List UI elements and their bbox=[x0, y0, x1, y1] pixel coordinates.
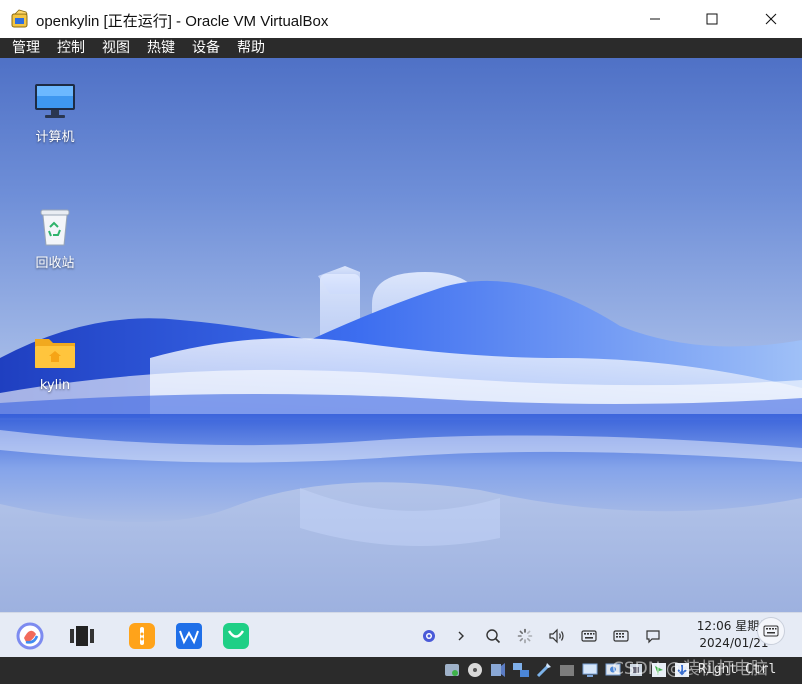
optical-drive-icon[interactable] bbox=[466, 661, 484, 679]
start-menu-icon[interactable] bbox=[16, 622, 44, 650]
desktop-icon-trash[interactable]: 回收站 bbox=[15, 204, 95, 271]
home-folder-icon bbox=[35, 339, 75, 368]
input-method-icon bbox=[613, 630, 629, 642]
display-icon[interactable] bbox=[581, 661, 599, 679]
keyboard-icon bbox=[581, 630, 597, 642]
audio-icon[interactable] bbox=[489, 661, 507, 679]
volume-button[interactable] bbox=[547, 626, 567, 646]
video-capture-icon[interactable] bbox=[604, 661, 622, 679]
vm-status-bar: Right Ctrl bbox=[0, 657, 802, 684]
desktop-icon-computer[interactable]: 计算机 bbox=[15, 78, 95, 145]
window-title: openkylin [正在运行] - Oracle VM VirtualBox bbox=[36, 13, 329, 30]
notification-button[interactable] bbox=[643, 626, 663, 646]
loading-indicator[interactable] bbox=[515, 626, 535, 646]
keyboard-button[interactable] bbox=[579, 626, 599, 646]
mouse-integration-icon[interactable] bbox=[650, 661, 668, 679]
menu-devices[interactable]: 设备 bbox=[192, 39, 220, 57]
minimize-icon bbox=[650, 18, 660, 20]
guest-desktop[interactable]: 计算机 回收站 kylin bbox=[0, 58, 802, 612]
desktop-icon-label: kylin bbox=[39, 378, 71, 393]
tray-expand-button[interactable] bbox=[451, 626, 471, 646]
search-icon bbox=[486, 629, 501, 644]
trash-icon bbox=[40, 209, 70, 246]
maximize-icon bbox=[706, 13, 718, 25]
network-icon[interactable] bbox=[512, 661, 530, 679]
desktop-icon-label: 回收站 bbox=[35, 256, 75, 271]
virtualbox-icon bbox=[11, 9, 28, 28]
usb-icon[interactable] bbox=[535, 661, 553, 679]
menu-help[interactable]: 帮助 bbox=[237, 39, 265, 57]
cpu-activity-icon[interactable] bbox=[627, 661, 645, 679]
monitor-icon bbox=[35, 84, 75, 118]
chevron-right-icon bbox=[458, 631, 464, 641]
desktop-icon-label: 计算机 bbox=[35, 130, 75, 145]
menu-view[interactable]: 视图 bbox=[102, 39, 130, 57]
window-title-bar[interactable]: openkylin [正在运行] - Oracle VM VirtualBox bbox=[0, 0, 802, 38]
file-manager-icon[interactable] bbox=[128, 622, 156, 650]
host-key-arrow-icon bbox=[675, 663, 689, 677]
loading-icon bbox=[517, 628, 533, 644]
hard-disk-icon[interactable] bbox=[443, 661, 461, 679]
multitask-view-icon[interactable] bbox=[68, 622, 96, 650]
search-button[interactable] bbox=[483, 626, 503, 646]
software-store-icon[interactable] bbox=[222, 622, 250, 650]
input-method-button[interactable] bbox=[611, 626, 631, 646]
virtual-keyboard-icon bbox=[763, 625, 779, 637]
notification-icon bbox=[646, 630, 660, 644]
network-indicator[interactable] bbox=[419, 626, 439, 646]
desktop-icon-home[interactable]: kylin bbox=[15, 330, 95, 393]
shared-folder-icon[interactable] bbox=[558, 661, 576, 679]
menu-manage[interactable]: 管理 bbox=[12, 39, 40, 57]
close-icon bbox=[765, 13, 777, 25]
menu-bar: 管理 控制 视图 热键 设备 帮助 bbox=[0, 38, 802, 58]
close-button[interactable] bbox=[748, 0, 794, 38]
maximize-button[interactable] bbox=[689, 0, 735, 38]
menu-control[interactable]: 控制 bbox=[57, 39, 85, 57]
host-key-label: Right Ctrl bbox=[698, 662, 777, 677]
desktop-wallpaper bbox=[0, 266, 802, 546]
minimize-button[interactable] bbox=[632, 0, 678, 38]
virtual-keyboard-button[interactable] bbox=[757, 617, 785, 645]
wps-office-icon[interactable] bbox=[175, 622, 203, 650]
guest-taskbar: 12:06 星期日 2024/01/21 bbox=[0, 612, 802, 657]
volume-icon bbox=[549, 628, 564, 644]
network-indicator-icon bbox=[423, 630, 435, 642]
menu-hotkeys[interactable]: 热键 bbox=[147, 39, 175, 57]
